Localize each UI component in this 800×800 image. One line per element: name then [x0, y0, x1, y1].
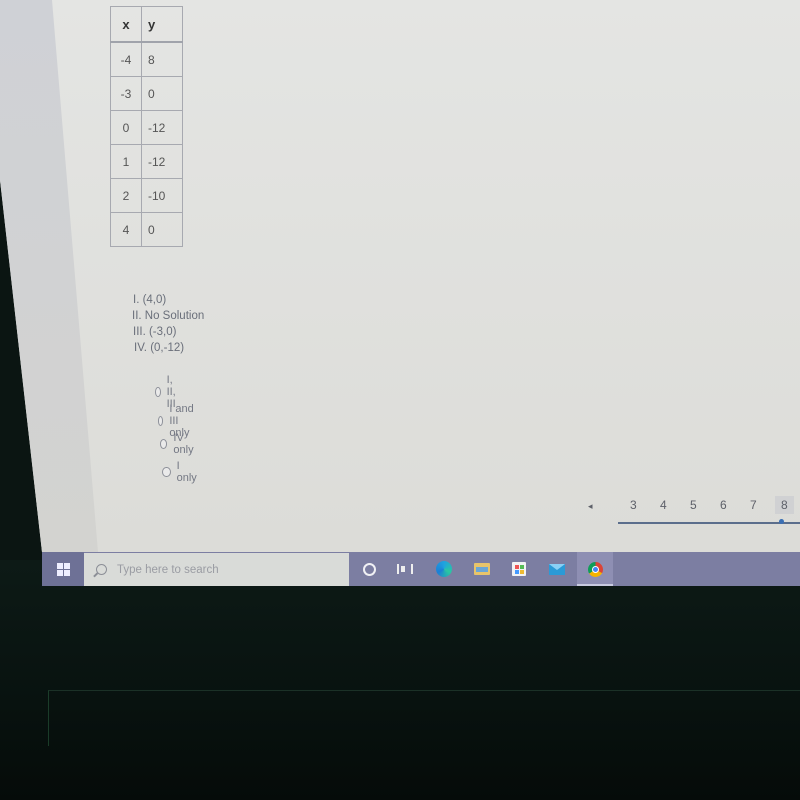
statement-item: IV. (0,-12) [134, 342, 185, 354]
cell-y: 8 [141, 41, 183, 77]
pagination-progress-line [618, 522, 800, 524]
table-row: -3 0 [110, 76, 183, 111]
statement-item: III. (-3,0) [133, 326, 177, 338]
header-y: y [141, 6, 183, 43]
cell-x: 0 [110, 110, 142, 145]
cortana-icon [362, 562, 376, 576]
windows-start-icon [56, 562, 70, 576]
table-row: 0 -12 [110, 110, 183, 145]
cell-y: -10 [141, 178, 183, 213]
cell-x: 1 [110, 144, 142, 179]
mail-icon [549, 563, 565, 575]
laptop-body-edge [48, 690, 800, 746]
taskbar-search-input[interactable] [115, 562, 319, 577]
question-pagination: ◂ 3 4 5 6 7 8 [570, 495, 800, 525]
search-icon [96, 564, 107, 575]
store-icon [512, 562, 526, 576]
laptop-bezel [0, 560, 800, 800]
cortana-button[interactable] [352, 552, 386, 586]
table-row: 2 -10 [110, 178, 183, 213]
page-link[interactable]: 7 [750, 498, 757, 512]
cell-x: -4 [110, 41, 142, 77]
cell-x: 4 [110, 212, 142, 247]
xy-table: x y -4 8 -3 0 0 -12 1 -12 2 -10 4 0 [110, 6, 183, 247]
cell-y: 0 [141, 212, 183, 247]
cell-x: -3 [110, 76, 142, 111]
cell-x: 2 [110, 178, 142, 213]
task-view-button[interactable] [388, 552, 422, 586]
page-link[interactable]: 3 [630, 498, 637, 512]
chrome-button[interactable] [577, 552, 613, 586]
radio-button[interactable] [162, 467, 171, 477]
store-button[interactable] [502, 552, 536, 586]
statement-item: II. No Solution [132, 310, 205, 322]
page-link-current[interactable]: 8 [775, 496, 794, 514]
chrome-icon [587, 561, 603, 577]
edge-icon [436, 561, 452, 577]
table-header-row: x y [110, 6, 183, 43]
file-explorer-button[interactable] [465, 552, 499, 586]
page-link[interactable]: 6 [720, 498, 727, 512]
page-link[interactable]: 4 [660, 498, 667, 512]
cell-y: -12 [141, 144, 183, 179]
task-view-icon [397, 564, 413, 574]
option-label: IV only [173, 432, 194, 456]
radio-button[interactable] [160, 439, 168, 449]
current-page-indicator [779, 519, 784, 524]
answer-option[interactable]: I only [162, 460, 198, 484]
mail-button[interactable] [540, 552, 574, 586]
answer-option[interactable]: IV only [160, 432, 196, 456]
table-row: -4 8 [110, 41, 183, 77]
option-label: I only [176, 460, 197, 484]
taskbar-search[interactable] [84, 553, 349, 586]
question-content: x y -4 8 -3 0 0 -12 1 -12 2 -10 4 0 I. (… [0, 0, 800, 552]
header-x: x [110, 6, 142, 43]
cell-y: 0 [141, 76, 183, 111]
start-button[interactable] [42, 552, 84, 586]
cell-y: -12 [141, 110, 183, 145]
screen: x y -4 8 -3 0 0 -12 1 -12 2 -10 4 0 I. (… [0, 0, 800, 552]
page-link[interactable]: 5 [690, 498, 697, 512]
statement-list: I. (4,0) II. No Solution III. (-3,0) IV.… [132, 292, 205, 356]
table-row: 1 -12 [110, 144, 183, 179]
edge-button[interactable] [427, 552, 461, 586]
previous-page-icon[interactable]: ◂ [588, 501, 593, 512]
statement-item: I. (4,0) [133, 294, 167, 306]
radio-button[interactable] [158, 416, 164, 426]
file-explorer-icon [474, 563, 490, 575]
radio-button[interactable] [155, 387, 161, 397]
chrome-active-indicator [577, 584, 613, 586]
table-row: 4 0 [110, 212, 183, 247]
